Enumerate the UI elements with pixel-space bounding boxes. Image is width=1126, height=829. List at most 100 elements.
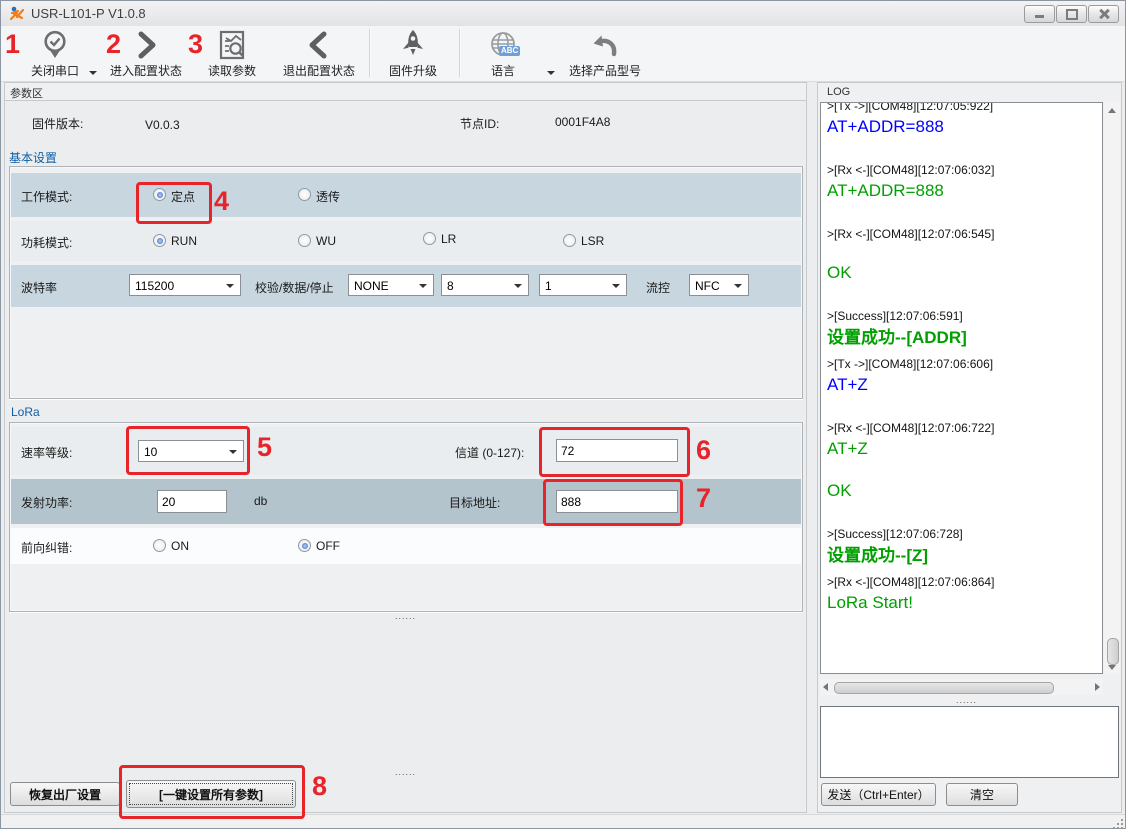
toolbar-label: 选择产品型号 (569, 62, 641, 79)
set-all-params-button[interactable]: [一键设置所有参数] (126, 780, 296, 808)
scroll-up-icon[interactable] (1108, 108, 1116, 113)
basic-settings-title: 基本设置 (9, 149, 65, 166)
toolbar-language-button[interactable]: ABC 语言 (469, 28, 537, 79)
baud-label: 波特率 (21, 279, 57, 296)
flow-select[interactable]: NFC (689, 274, 749, 296)
log-line: >[Rx <-][COM48][12:07:06:722] (827, 420, 1096, 436)
chevron-down-icon[interactable] (547, 71, 555, 75)
log-line: 设置成功--[Z] (827, 544, 1096, 568)
flow-label: 流控 (646, 279, 670, 296)
clear-button[interactable]: 清空 (946, 783, 1018, 806)
work-mode-radio-fixed-point[interactable] (153, 188, 166, 201)
scroll-down-icon[interactable] (1108, 665, 1116, 670)
scroll-right-icon[interactable] (1095, 683, 1100, 691)
log-pane: LOG >[Tx ->][COM48][12:07:05:922]AT+ADDR… (817, 82, 1122, 813)
chevron-down-icon[interactable] (89, 71, 97, 75)
rate-label: 速率等级: (21, 444, 72, 461)
toolbar-read-params-button[interactable]: 读取参数 (194, 28, 270, 79)
toolbar-exit-config-button[interactable]: 退出配置状态 (273, 28, 365, 79)
toolbar: 关闭串口 进入配置状态 读取参数 (1, 26, 1125, 82)
splitter-handle[interactable]: ...... (395, 613, 416, 619)
send-input[interactable] (820, 706, 1119, 778)
combo-value: NONE (354, 279, 389, 293)
radio-label: LSR (581, 234, 604, 248)
toolbar-close-serial-button[interactable]: 关闭串口 (17, 28, 93, 79)
globe-icon: ABC (487, 28, 519, 62)
power-mode-radio-run[interactable] (153, 234, 166, 247)
power-mode-radio-lr[interactable] (423, 232, 436, 245)
log-title: LOG (827, 86, 850, 98)
radio-label: RUN (171, 234, 197, 248)
target-input[interactable] (556, 490, 678, 513)
log-line: AT+ADDR=888 (827, 180, 1096, 202)
log-line (827, 284, 1096, 302)
chevron-down-icon (419, 284, 427, 288)
work-mode-row: 工作模式: 定点 透传 (11, 173, 801, 217)
toolbar-select-product-button[interactable]: 选择产品型号 (557, 28, 653, 79)
work-mode-radio-transparent[interactable] (298, 188, 311, 201)
minimize-button[interactable] (1024, 5, 1055, 23)
log-line: >[Success][12:07:06:591] (827, 308, 1096, 324)
log-line: 设置成功--[ADDR] (827, 326, 1096, 350)
power-mode-radio-wu[interactable] (298, 234, 311, 247)
chevron-down-icon (229, 450, 237, 454)
toolbar-firmware-upgrade-button[interactable]: 固件升级 (375, 28, 451, 79)
chevron-down-icon (514, 284, 522, 288)
log-output[interactable]: >[Tx ->][COM48][12:07:05:922]AT+ADDR=888… (820, 102, 1103, 674)
minimize-icon (1035, 15, 1044, 18)
log-line: AT+ADDR=888 (827, 116, 1096, 138)
log-line: >[Rx <-][COM48][12:07:06:864] (827, 574, 1096, 590)
splitter-handle[interactable]: ...... (956, 697, 977, 703)
fec-radio-on[interactable] (153, 539, 166, 552)
stopbits-select[interactable]: 1 (539, 274, 627, 296)
log-horizontal-scrollbar[interactable] (820, 679, 1103, 695)
log-line: LoRa Start! (827, 592, 1096, 614)
power-mode-radio-lsr[interactable] (563, 234, 576, 247)
rate-select[interactable]: 10 (138, 440, 244, 462)
maximize-button[interactable] (1056, 5, 1087, 23)
log-line (827, 460, 1096, 478)
radio-label: 透传 (316, 188, 340, 205)
splitter-handle[interactable]: ...... (395, 769, 416, 775)
toolbar-enter-config-button[interactable]: 进入配置状态 (104, 28, 188, 79)
baud-select[interactable]: 115200 (129, 274, 241, 296)
radio-label: WU (316, 234, 336, 248)
fec-radio-off[interactable] (298, 539, 311, 552)
parameter-pane: 参数区 固件版本: V0.0.3 节点ID: 0001F4A8 基本设置 工作模… (4, 82, 807, 813)
log-line: AT+Z (827, 374, 1096, 396)
databits-select[interactable]: 8 (441, 274, 529, 296)
node-id-label: 节点ID: (460, 115, 499, 132)
log-line (827, 502, 1096, 520)
log-line (827, 138, 1096, 156)
log-line: >[Rx <-][COM48][12:07:06:545] (827, 226, 1096, 242)
log-line: OK (827, 262, 1096, 284)
scrollbar-thumb[interactable] (1107, 638, 1119, 665)
close-button[interactable] (1088, 5, 1119, 23)
target-label: 目标地址: (449, 494, 500, 511)
log-vertical-scrollbar[interactable] (1104, 102, 1120, 674)
log-line (827, 396, 1096, 414)
combo-value: NFC (695, 279, 720, 293)
toolbar-label: 退出配置状态 (283, 62, 355, 79)
undo-arrow-icon (588, 28, 622, 62)
channel-input[interactable] (556, 439, 678, 462)
tx-power-label: 发射功率: (21, 494, 72, 511)
node-id-value: 0001F4A8 (555, 115, 610, 129)
chevron-right-icon (133, 28, 159, 62)
fec-row: 前向纠错: ON OFF (11, 528, 801, 564)
log-line: OK (827, 480, 1096, 502)
send-button[interactable]: 发送（Ctrl+Enter） (821, 783, 936, 806)
combo-value: 115200 (135, 279, 174, 293)
restore-factory-button[interactable]: 恢复出厂设置 (10, 782, 120, 806)
tx-power-input[interactable] (157, 490, 227, 513)
radio-label: ON (171, 539, 189, 553)
scrollbar-thumb[interactable] (834, 682, 1054, 694)
chevron-down-icon (612, 284, 620, 288)
tx-power-row: 发射功率: db 目标地址: (11, 479, 801, 524)
radio-label: LR (441, 232, 456, 246)
resize-grip[interactable] (1112, 818, 1123, 829)
scroll-left-icon[interactable] (823, 683, 828, 691)
radio-label: 定点 (171, 188, 195, 205)
fec-label: 前向纠错: (21, 539, 72, 556)
parity-select[interactable]: NONE (348, 274, 434, 296)
